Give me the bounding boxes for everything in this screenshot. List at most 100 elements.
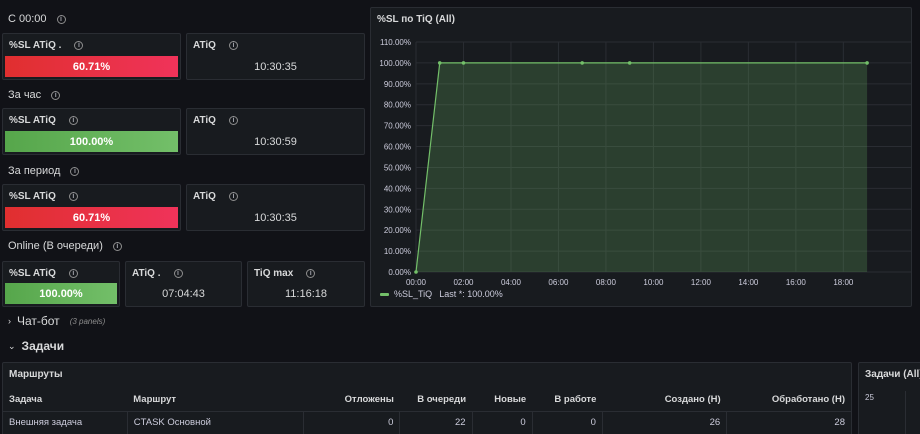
tiq-max-panel[interactable]: TiQ max i 11:16:18 (247, 261, 365, 307)
atiq-panel-3[interactable]: ATiQ i 10:30:35 (186, 184, 365, 231)
row-chatbot[interactable]: › Чат-бот (3 panels) (8, 314, 105, 328)
routes-table-wrap: Задача Маршрут Отложены В очереди Новые … (3, 388, 851, 434)
column-header[interactable]: Отложены (303, 388, 400, 412)
y-tick-label: 70.00% (384, 122, 411, 131)
panel-title-text: ATiQ . (132, 268, 161, 279)
sl-value-bar: 100.00% (5, 131, 178, 152)
info-icon[interactable]: i (56, 14, 66, 24)
table-cell: 28 (834, 417, 845, 429)
routes-panel-title: Маршруты (9, 369, 63, 380)
section-label-text: За час (8, 89, 42, 101)
panel-title: TiQ max i (254, 268, 316, 279)
table-cell: 22 (399, 411, 473, 434)
data-point (414, 270, 418, 274)
y-tick-label: 0.00% (388, 268, 411, 277)
panel-title: ATiQ . i (132, 268, 183, 279)
legend-last-value: Last *: 100.00% (439, 289, 503, 299)
data-point (865, 61, 869, 65)
info-icon[interactable]: i (228, 41, 238, 50)
atiq-value: 10:30:59 (254, 136, 297, 148)
info-icon[interactable]: i (68, 116, 78, 125)
column-header[interactable]: Новые (472, 388, 533, 412)
legend-series-name: %SL_TiQ (394, 289, 433, 299)
chart-legend[interactable]: %SL_TiQ Last *: 100.00% (380, 289, 503, 299)
table-header-row: Задача Маршрут Отложены В очереди Новые … (3, 388, 851, 412)
panel-title-text: ATiQ (193, 115, 216, 126)
atiq-panel-2[interactable]: ATiQ i 10:30:59 (186, 108, 365, 155)
table-cell: Внешняя задача (3, 411, 128, 434)
section-label-text: С 00:00 (8, 13, 47, 25)
section-label-last-hour: За час i (8, 89, 61, 101)
routes-panel[interactable]: Маршруты Задача Маршрут Отложены В очере… (2, 362, 852, 434)
x-tick-label: 02:00 (453, 278, 474, 287)
atiq-value: 07:04:43 (162, 288, 205, 300)
tiq-max-value: 11:16:18 (284, 288, 327, 300)
row-title: Чат-бот (17, 314, 60, 328)
panel-title: %SL ATiQ i (9, 115, 78, 126)
row-title: Задачи (21, 339, 65, 353)
info-icon[interactable]: i (74, 41, 84, 50)
info-icon[interactable]: i (306, 269, 316, 278)
column-header[interactable]: В очереди (399, 388, 473, 412)
chevron-down-icon: ⌄ (8, 340, 16, 351)
info-icon[interactable]: i (68, 269, 78, 278)
sl-atiq-panel-1[interactable]: %SL ATiQ . i 60.71% (2, 33, 181, 80)
y-tick-label: 10.00% (384, 247, 411, 256)
routes-table: Задача Маршрут Отложены В очереди Новые … (3, 388, 851, 434)
data-point (627, 61, 632, 65)
series-area (416, 62, 868, 273)
y-tick-label: 110.00% (380, 38, 411, 47)
column-header[interactable]: В работе (532, 388, 603, 412)
atiq-value: 10:30:35 (254, 61, 297, 73)
y-tick-label: 90.00% (384, 80, 411, 89)
panel-title: %SL ATiQ . i (9, 40, 84, 51)
panel-title: ATiQ i (193, 115, 238, 126)
sl-tiq-chart: 0.00% 10.00% 20.00% 30.00% 40.00% 50.00% 60.00… (379, 38, 911, 287)
row-tasks[interactable]: ⌄ Задачи (8, 339, 64, 353)
y-tick-label: 40.00% (384, 184, 411, 193)
table-cell: 0 (472, 411, 533, 434)
panel-title-text: %SL ATiQ (9, 268, 56, 279)
x-tick-label: 10:00 (643, 278, 664, 287)
table-row[interactable]: Внешняя задача CTASK Основной 0 22 0 0 2… (3, 411, 851, 434)
y-tick-label: 25 (865, 393, 874, 402)
gridline (905, 391, 906, 434)
info-icon[interactable]: i (228, 192, 238, 201)
sl-atiq-panel-3[interactable]: %SL ATiQ i 60.71% (2, 184, 181, 231)
x-tick-label: 04:00 (501, 278, 522, 287)
tasks-all-panel[interactable]: Задачи (All) 25 (858, 362, 920, 434)
section-label-period: За период i (8, 165, 80, 177)
column-header[interactable]: Маршрут (127, 388, 304, 412)
chevron-right-icon: › (8, 316, 11, 326)
sl-atiq-panel-2[interactable]: %SL ATiQ i 100.00% (2, 108, 181, 155)
panel-title-text: %SL ATiQ . (9, 40, 62, 51)
atiq-panel-1[interactable]: ATiQ i 10:30:35 (186, 33, 365, 80)
panel-title-text: ATiQ (193, 40, 216, 51)
data-point (580, 61, 584, 65)
sl-atiq-online-panel[interactable]: %SL ATiQ i 100.00% (2, 261, 120, 307)
sl-tiq-chart-panel[interactable]: %SL по TiQ (All) 0.00% 10.00% 20.00% 30.00%… (370, 7, 912, 307)
column-header[interactable]: Создано (Н) (602, 388, 727, 412)
sl-value-bar: 60.71% (5, 207, 178, 228)
info-icon[interactable]: i (70, 166, 80, 176)
y-tick-label: 50.00% (384, 163, 411, 172)
y-tick-label: 100.00% (379, 59, 411, 68)
info-icon[interactable]: i (51, 90, 61, 100)
section-label-online: Online (В очереди) i (8, 240, 122, 252)
column-header[interactable]: Задача (3, 388, 128, 412)
table-cell: 0 (303, 411, 401, 434)
y-tick-label: 60.00% (384, 143, 411, 152)
legend-swatch (380, 292, 389, 296)
panel-title-text: %SL ATiQ (9, 191, 56, 202)
x-tick-label: 00:00 (406, 278, 427, 287)
panel-title: ATiQ i (193, 191, 238, 202)
column-header[interactable]: Обработано (Н) (726, 388, 851, 412)
atiq-online-panel[interactable]: ATiQ . i 07:04:43 (125, 261, 242, 307)
x-tick-label: 14:00 (738, 278, 759, 287)
info-icon[interactable]: i (112, 241, 122, 251)
x-tick-label: 06:00 (548, 278, 569, 287)
row-panel-count: (3 panels) (69, 316, 106, 326)
info-icon[interactable]: i (173, 269, 183, 278)
info-icon[interactable]: i (228, 116, 238, 125)
info-icon[interactable]: i (68, 192, 78, 201)
